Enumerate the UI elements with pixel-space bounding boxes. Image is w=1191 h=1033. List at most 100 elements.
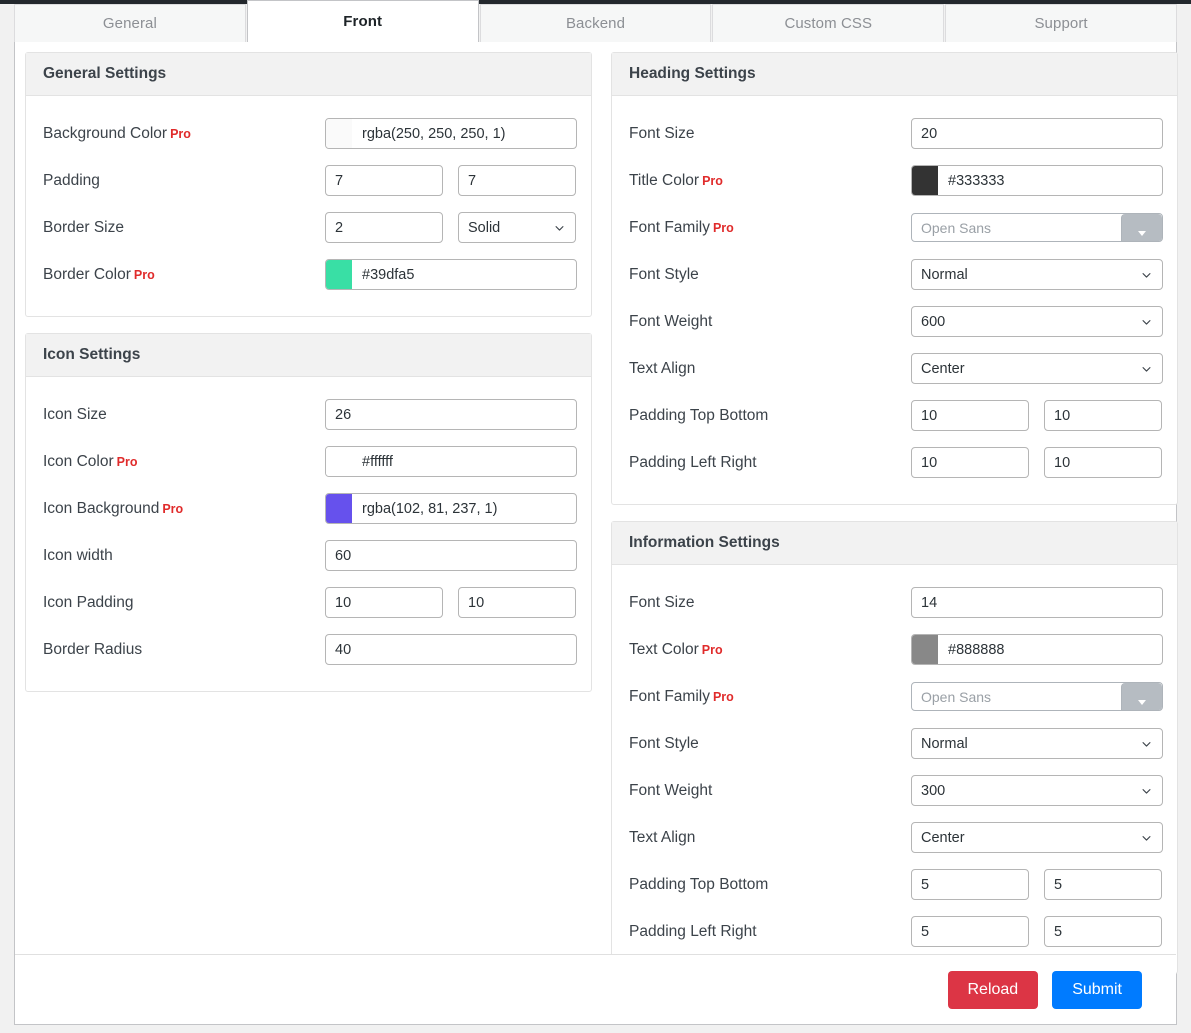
heading-text-align-select[interactable]: Center xyxy=(911,353,1163,384)
fields-heading-font-family: Open Sans xyxy=(911,213,1163,242)
padding-input-2[interactable]: 7 xyxy=(458,165,576,196)
title-color-swatch[interactable] xyxy=(912,166,938,195)
label-icon-background-text: Icon Background xyxy=(43,499,160,517)
caret-down-icon xyxy=(1138,699,1146,705)
info-font-weight-select[interactable]: 300 xyxy=(911,775,1163,806)
tab-front[interactable]: Front xyxy=(246,0,479,42)
fields-heading-padding-top-bottom: 10 10 xyxy=(911,400,1162,431)
tab-custom-css-label: Custom CSS xyxy=(784,15,873,32)
heading-text-align-value: Center xyxy=(921,360,965,377)
icon-background-input[interactable]: rgba(102, 81, 237, 1) xyxy=(325,493,577,524)
label-background-color: Background Color Pro xyxy=(43,125,325,143)
info-padding-top-input[interactable]: 5 xyxy=(911,869,1029,900)
border-radius-input[interactable]: 40 xyxy=(325,634,577,665)
border-style-select[interactable]: Solid xyxy=(458,212,576,243)
border-color-swatch[interactable] xyxy=(326,260,352,289)
label-text-color: Text Color Pro xyxy=(629,641,911,659)
background-color-input[interactable]: rgba(250, 250, 250, 1) xyxy=(325,118,577,149)
heading-padding-bottom-input[interactable]: 10 xyxy=(1044,400,1162,431)
label-heading-font-weight: Font Weight xyxy=(629,313,911,331)
row-border-size: Border Size 2 Solid xyxy=(43,204,576,251)
label-info-padding-top-bottom: Padding Top Bottom xyxy=(629,876,911,894)
heading-font-weight-select[interactable]: 600 xyxy=(911,306,1163,337)
border-color-input[interactable]: #39dfa5 xyxy=(325,259,577,290)
row-info-font-weight: Font Weight 300 xyxy=(629,767,1163,814)
label-info-text-align-text: Text Align xyxy=(629,828,696,846)
heading-padding-right-input[interactable]: 10 xyxy=(1044,447,1162,478)
info-padding-left-input[interactable]: 5 xyxy=(911,916,1029,947)
info-padding-right-input[interactable]: 5 xyxy=(1044,916,1162,947)
form-footer: Reload Submit xyxy=(15,954,1176,1024)
text-color-input[interactable]: #888888 xyxy=(911,634,1163,665)
title-color-value: #333333 xyxy=(948,172,1005,189)
label-title-color-text: Title Color xyxy=(629,171,700,189)
icon-settings-body: Icon Size 26 Icon Color Pro #ffffff Icon… xyxy=(26,377,591,691)
icon-padding-input-2[interactable]: 10 xyxy=(458,587,576,618)
fields-icon-padding: 10 10 xyxy=(325,587,576,618)
row-border-color: Border Color Pro #39dfa5 xyxy=(43,251,577,298)
row-icon-color: Icon Color Pro #ffffff xyxy=(43,438,577,485)
icon-size-input[interactable]: 26 xyxy=(325,399,577,430)
tab-general-label: General xyxy=(102,15,157,32)
settings-columns: General Settings Background Color Pro rgb… xyxy=(15,42,1178,974)
tab-bar: General Front Backend Custom CSS Support xyxy=(14,0,1177,42)
row-border-radius: Border Radius 40 xyxy=(43,626,577,673)
heading-padding-top-input[interactable]: 10 xyxy=(911,400,1029,431)
tab-custom-css[interactable]: Custom CSS xyxy=(712,4,945,42)
chevron-down-icon xyxy=(1142,835,1151,841)
label-icon-size-text: Icon Size xyxy=(43,405,107,423)
label-border-size-text: Border Size xyxy=(43,218,124,236)
info-font-family-dropdown-button[interactable] xyxy=(1121,683,1162,710)
submit-button[interactable]: Submit xyxy=(1052,970,1142,1009)
row-heading-text-align: Text Align Center xyxy=(629,345,1163,392)
label-info-font-weight: Font Weight xyxy=(629,782,911,800)
fields-heading-font-size: 20 xyxy=(911,118,1163,149)
text-color-value: #888888 xyxy=(948,641,1005,658)
label-padding-text: Padding xyxy=(43,171,100,189)
icon-color-swatch[interactable] xyxy=(326,447,352,476)
fields-info-font-size: 14 xyxy=(911,587,1163,618)
tab-general[interactable]: General xyxy=(14,4,246,42)
icon-color-input[interactable]: #ffffff xyxy=(325,446,577,477)
icon-background-swatch[interactable] xyxy=(326,494,352,523)
title-color-input[interactable]: #333333 xyxy=(911,165,1163,196)
chevron-down-icon xyxy=(1142,366,1151,372)
fields-icon-color: #ffffff xyxy=(325,446,577,477)
heading-font-family-dropdown-button[interactable] xyxy=(1121,214,1162,241)
text-color-swatch[interactable] xyxy=(912,635,938,664)
label-icon-size: Icon Size xyxy=(43,406,325,424)
padding-input-1[interactable]: 7 xyxy=(325,165,443,196)
pro-badge: Pro xyxy=(712,220,734,235)
info-font-size-input[interactable]: 14 xyxy=(911,587,1163,618)
info-font-weight-value: 300 xyxy=(921,782,946,799)
row-title-color: Title Color Pro #333333 xyxy=(629,157,1163,204)
pro-badge: Pro xyxy=(170,126,191,141)
caret-down-icon xyxy=(1138,230,1146,236)
info-font-style-select[interactable]: Normal xyxy=(911,728,1163,759)
heading-font-family-select[interactable]: Open Sans xyxy=(911,213,1163,242)
info-text-align-select[interactable]: Center xyxy=(911,822,1163,853)
heading-font-style-select[interactable]: Normal xyxy=(911,259,1163,290)
info-padding-bottom-input[interactable]: 5 xyxy=(1044,869,1162,900)
pro-badge: Pro xyxy=(712,689,734,704)
fields-title-color: #333333 xyxy=(911,165,1163,196)
heading-font-size-input[interactable]: 20 xyxy=(911,118,1163,149)
border-size-input[interactable]: 2 xyxy=(325,212,443,243)
label-info-font-family: Font Family Pro xyxy=(629,688,911,706)
tab-support-label: Support xyxy=(1034,15,1088,32)
row-heading-padding-left-right: Padding Left Right 10 10 xyxy=(629,439,1162,486)
general-settings-title: General Settings xyxy=(26,53,591,96)
heading-font-family-value: Open Sans xyxy=(921,219,992,236)
icon-padding-input-1[interactable]: 10 xyxy=(325,587,443,618)
background-color-swatch[interactable] xyxy=(326,119,352,148)
fields-info-font-family: Open Sans xyxy=(911,682,1163,711)
tab-backend[interactable]: Backend xyxy=(479,4,712,42)
tab-support[interactable]: Support xyxy=(945,4,1177,42)
info-font-family-select[interactable]: Open Sans xyxy=(911,682,1163,711)
label-heading-font-family-text: Font Family xyxy=(629,218,710,236)
heading-padding-left-input[interactable]: 10 xyxy=(911,447,1029,478)
label-heading-font-size-text: Font Size xyxy=(629,124,695,142)
label-icon-width: Icon width xyxy=(43,547,325,565)
reload-button[interactable]: Reload xyxy=(947,970,1039,1009)
icon-width-input[interactable]: 60 xyxy=(325,540,577,571)
